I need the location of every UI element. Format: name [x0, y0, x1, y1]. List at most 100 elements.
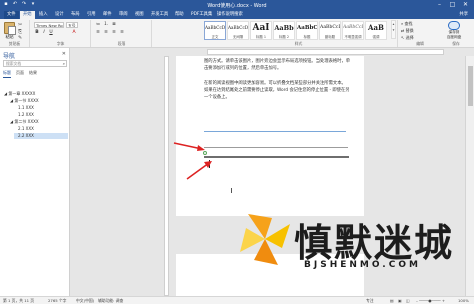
- accessibility-status[interactable]: 辅助功能: 调查: [98, 298, 123, 304]
- style-subtitle[interactable]: AaBbCcD 副标题: [319, 21, 341, 40]
- ribbon: 粘贴 ✂ ⎘ ✎ 剪贴板 Times New Ro 五号 B I U A 字体 …: [0, 19, 474, 48]
- outline-item-current[interactable]: 2.2 XXX: [14, 133, 68, 139]
- clipboard-icon: [4, 22, 16, 35]
- horizontal-line-blue: [204, 131, 346, 132]
- paragraph-line: 一个设备上。: [204, 95, 230, 100]
- font-size-box[interactable]: 五号: [66, 22, 78, 28]
- pinwheel-logo-icon: [240, 214, 290, 265]
- tab-references[interactable]: 引用: [84, 11, 99, 19]
- focus-mode[interactable]: 专注: [366, 298, 374, 304]
- tell-me-search[interactable]: 操作说明搜索: [214, 11, 246, 19]
- horizontal-line-thin: [204, 147, 348, 148]
- align-right-icon[interactable]: ≡: [111, 30, 117, 36]
- paragraph-line: 击要添加行或列的位置，然后单击加号。: [204, 66, 282, 71]
- tab-view[interactable]: 视图: [132, 11, 147, 19]
- language[interactable]: 中文(中国): [76, 298, 94, 304]
- outline-item[interactable]: 1.1 XXX: [18, 105, 34, 111]
- paragraph-group-label: 段落: [117, 41, 126, 46]
- tab-layout[interactable]: 布局: [68, 11, 83, 19]
- word-count[interactable]: 2765 个字: [48, 298, 66, 304]
- outline-item[interactable]: ◢ 第一节 XXXX: [10, 98, 39, 104]
- styles-more-button[interactable]: ▴ ▾: [391, 20, 396, 39]
- watermark-text-cn: 慎默迷城: [294, 221, 455, 265]
- nav-pane-title: 导航: [3, 53, 16, 60]
- share-button[interactable]: 共享: [459, 11, 468, 19]
- numbering-icon[interactable]: ⒈: [103, 22, 109, 28]
- styles-group-label: 样式: [294, 41, 303, 46]
- multilevel-list-icon[interactable]: ≣: [111, 22, 117, 28]
- editing-group-label: 编辑: [416, 41, 424, 46]
- tab-review[interactable]: 审阅: [116, 11, 131, 19]
- ruler-strip: [207, 49, 444, 55]
- nav-tab-results[interactable]: 结果: [29, 70, 37, 78]
- font-name-box[interactable]: Times New Ro: [34, 22, 64, 28]
- cloud-icon: [448, 21, 460, 30]
- clipboard-group-label: 剪贴板: [8, 41, 21, 46]
- watermark-text-en: BJSHENMO.COM: [304, 260, 421, 270]
- close-icon[interactable]: ✕: [62, 51, 66, 57]
- nav-tab-headings[interactable]: 标题: [3, 70, 11, 78]
- window-title: Word使用心.docx - Word: [207, 3, 267, 9]
- document-margin-area: [70, 48, 176, 296]
- outline-item[interactable]: 1.2 XXX: [18, 112, 34, 118]
- italic-button[interactable]: I: [41, 30, 47, 36]
- style-title[interactable]: AaBbC 标题: [296, 21, 318, 40]
- paste-button[interactable]: 粘贴: [3, 22, 16, 39]
- style-heading-2[interactable]: AaBb 标题 2: [273, 21, 295, 40]
- navigation-pane: 导航 ✕ 搜索文档 ⌕ 标题 页面 结果 ◢ 第一章 XXXXX ◢ 第一节 X…: [0, 48, 70, 296]
- horizontal-line-thick: [204, 156, 349, 158]
- find-button[interactable]: ⌕ 查找: [401, 21, 413, 27]
- save-group-label: 保存: [452, 41, 460, 46]
- tab-insert[interactable]: 插入: [36, 11, 51, 19]
- red-arrow-icon: [186, 161, 212, 180]
- zoom-level[interactable]: 100%: [458, 298, 469, 303]
- tab-developer[interactable]: 开发工具: [148, 11, 171, 19]
- replace-button[interactable]: ⇄ 替换: [401, 28, 414, 34]
- outline-item[interactable]: 2.1 XXX: [18, 126, 34, 132]
- cut-icon[interactable]: ✂: [18, 22, 22, 28]
- tab-home[interactable]: 开始: [20, 11, 35, 19]
- style-emphasis[interactable]: AaB 强调: [365, 21, 387, 40]
- zoom-slider[interactable]: – ────●──── +: [416, 298, 445, 303]
- red-arrow-icon: [173, 142, 205, 151]
- outline-item[interactable]: ◢ 第一章 XXXXX: [4, 91, 35, 97]
- underline-button[interactable]: U: [48, 30, 54, 36]
- save-to-cloud-label: 保存到 百度网盘: [446, 30, 462, 39]
- align-left-icon[interactable]: ≡: [95, 30, 101, 36]
- nav-tab-pages[interactable]: 页面: [16, 70, 24, 78]
- watermark-logo: 慎默迷城 BJSHENMO.COM: [234, 206, 470, 274]
- font-group: Times New Ro 五号 B I U A 字体: [31, 20, 91, 47]
- read-mode-icon[interactable]: ▤: [390, 298, 394, 303]
- tab-file[interactable]: 文件: [4, 11, 19, 19]
- nav-search-input[interactable]: 搜索文档 ⌕: [3, 60, 67, 67]
- ribbon-tabs: 文件 开始 插入 设计 布局 引用 邮件 审阅 视图 开发工具 帮助 PDF工具…: [0, 10, 474, 19]
- style-no-spacing[interactable]: AaBbCcDd 无间隔: [227, 21, 249, 40]
- document-page[interactable]: 图的方式。请单击该图片，图片旁边会显示布局选项按钮。当处理表格时，单 击要添加行…: [176, 56, 364, 216]
- align-center-icon[interactable]: ≡: [103, 30, 109, 36]
- restore-icon[interactable]: □: [446, 0, 459, 10]
- minimize-icon[interactable]: –: [433, 0, 446, 10]
- save-to-cloud-button[interactable]: 保存到 百度网盘: [443, 21, 465, 39]
- outline-item[interactable]: ◢ 第二节 XXXX: [10, 119, 39, 125]
- style-subtle-emphasis[interactable]: AaBbCcD 不明显强调: [342, 21, 364, 40]
- search-icon: ⌕: [62, 61, 65, 66]
- print-layout-icon[interactable]: ▣: [398, 298, 402, 303]
- bullets-icon[interactable]: ≔: [95, 22, 101, 28]
- justify-icon[interactable]: ≡: [119, 30, 125, 36]
- style-normal[interactable]: AaBbCcDd 正文: [204, 21, 226, 40]
- nav-tabs: 标题 页面 结果: [3, 70, 37, 78]
- style-heading-1[interactable]: AaI 标题 1: [250, 21, 272, 40]
- window-controls: – □ ✕: [433, 0, 472, 10]
- tab-help[interactable]: 帮助: [172, 11, 187, 19]
- tab-mailings[interactable]: 邮件: [100, 11, 115, 19]
- tab-design[interactable]: 设计: [52, 11, 67, 19]
- paragraph-line: 在新的阅读视图中阅读更加容易。可以折叠文档某些部分并关注所需文本。: [204, 81, 346, 86]
- bold-button[interactable]: B: [34, 30, 40, 36]
- web-layout-icon[interactable]: ◫: [406, 298, 410, 303]
- font-color-button[interactable]: A: [71, 30, 77, 36]
- clipboard-group: 粘贴 ✂ ⎘ ✎ 剪贴板: [0, 20, 30, 47]
- close-icon[interactable]: ✕: [459, 0, 472, 10]
- page-count[interactable]: 第 1 页，共 11 页: [3, 298, 34, 304]
- scrollbar-thumb[interactable]: [468, 66, 473, 106]
- tab-pdf-tools[interactable]: PDF工具集: [188, 11, 215, 19]
